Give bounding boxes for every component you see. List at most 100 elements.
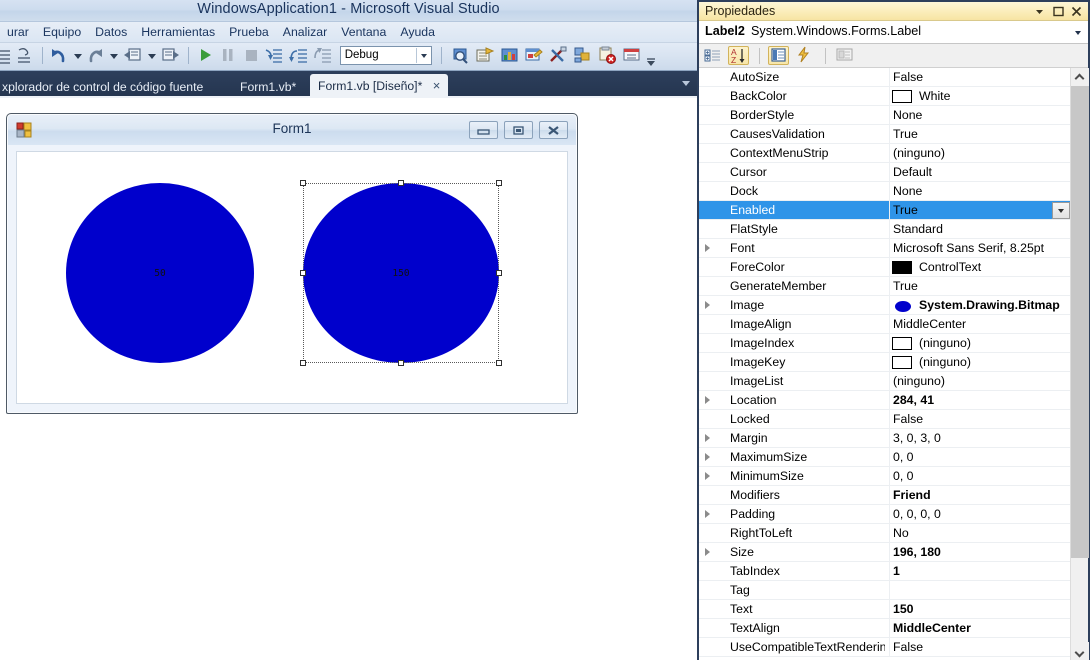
close-icon[interactable]: × — [433, 78, 441, 93]
property-row[interactable]: ImageIndex (ninguno) — [699, 334, 1070, 353]
find-in-files-icon[interactable] — [451, 46, 471, 68]
property-row[interactable]: BackColor White — [699, 87, 1070, 106]
step-into-icon[interactable] — [264, 46, 284, 68]
property-value[interactable]: 3, 0, 3, 0 — [893, 431, 1065, 445]
error-list-icon[interactable] — [597, 46, 617, 68]
property-row[interactable]: ImageAlign MiddleCenter — [699, 315, 1070, 334]
property-value[interactable]: None — [893, 108, 1065, 122]
close-icon[interactable] — [1070, 5, 1083, 18]
menu-item-urar[interactable]: urar — [0, 22, 36, 42]
selection-handle-top-right[interactable] — [496, 180, 502, 186]
start-debug-icon[interactable] — [197, 46, 215, 68]
properties-object-selector[interactable]: Label2 System.Windows.Forms.Label — [699, 21, 1088, 44]
solution-configuration-dropdown[interactable]: Debug — [339, 46, 432, 65]
property-row[interactable]: Margin 3, 0, 3, 0 — [699, 429, 1070, 448]
property-value[interactable]: Friend — [893, 488, 1065, 502]
navigate-dropdown-icon[interactable] — [147, 46, 157, 68]
expand-arrow-icon[interactable] — [705, 453, 710, 461]
selection-handle-top-left[interactable] — [300, 180, 306, 186]
tools-icon[interactable] — [548, 46, 568, 68]
property-row[interactable]: ContextMenuStrip (ninguno) — [699, 144, 1070, 163]
comment-icon[interactable] — [16, 46, 34, 68]
property-row[interactable]: Cursor Default — [699, 163, 1070, 182]
menu-item-prueba[interactable]: Prueba — [222, 22, 276, 42]
properties-icon[interactable] — [768, 46, 790, 65]
property-row[interactable]: AutoSize False — [699, 68, 1070, 87]
property-row[interactable]: TextAlign MiddleCenter — [699, 619, 1070, 638]
property-row[interactable]: Modifiers Friend — [699, 486, 1070, 505]
properties-vertical-scrollbar[interactable] — [1070, 68, 1089, 660]
property-value[interactable]: No — [893, 526, 1065, 540]
selection-handle-top-center[interactable] — [398, 180, 404, 186]
property-row[interactable]: Tag — [699, 581, 1070, 600]
toolbox-icon[interactable] — [524, 46, 544, 68]
property-value[interactable]: True — [893, 127, 1065, 141]
chevron-down-icon[interactable] — [1075, 31, 1081, 35]
property-value[interactable]: Default — [893, 165, 1065, 179]
property-row[interactable]: ImageList (ninguno) — [699, 372, 1070, 391]
property-value[interactable]: False — [893, 70, 1065, 84]
navigate-backward-icon[interactable] — [123, 46, 142, 68]
undo-dropdown-icon[interactable] — [73, 46, 83, 68]
property-value[interactable]: Microsoft Sans Serif, 8.25pt — [893, 241, 1065, 255]
maximize-button[interactable] — [504, 121, 533, 139]
menu-item-ayuda[interactable]: Ayuda — [393, 22, 442, 42]
output-window-icon[interactable] — [622, 46, 642, 68]
property-row[interactable]: Text 150 — [699, 600, 1070, 619]
categorized-icon[interactable] — [702, 46, 723, 65]
menu-item-analizar[interactable]: Analizar — [276, 22, 334, 42]
list-icon[interactable] — [0, 46, 12, 68]
selection-handle-bottom-left[interactable] — [300, 360, 306, 366]
navigate-forward-icon[interactable] — [161, 46, 180, 68]
property-row[interactable]: Size 196, 180 — [699, 543, 1070, 562]
property-row[interactable]: UseCompatibleTextRendering False — [699, 638, 1070, 657]
properties-grid[interactable]: AutoSize False BackColor White BorderStyle No… — [699, 68, 1088, 660]
minimize-button[interactable] — [469, 121, 498, 139]
form-designer-surface[interactable]: Form1 50 150 — [0, 98, 697, 660]
chevron-down-icon[interactable] — [682, 81, 690, 86]
menu-item-herramientas[interactable]: Herramientas — [134, 22, 222, 42]
property-value[interactable]: (ninguno) — [893, 374, 1065, 388]
label1-control[interactable]: 50 — [66, 183, 254, 363]
step-over-icon[interactable] — [288, 46, 309, 68]
property-value[interactable]: (ninguno) — [919, 336, 1088, 350]
property-value[interactable]: 284, 41 — [893, 393, 1065, 407]
tab-form1-vb[interactable]: Form1.vb* — [232, 75, 304, 98]
properties-window-icon[interactable] — [475, 46, 495, 68]
step-out-icon[interactable] — [313, 46, 333, 68]
property-row[interactable]: MinimumSize 0, 0 — [699, 467, 1070, 486]
property-row[interactable]: GenerateMember True — [699, 277, 1070, 296]
property-value[interactable]: MiddleCenter — [893, 621, 1065, 635]
property-row[interactable]: Font Microsoft Sans Serif, 8.25pt — [699, 239, 1070, 258]
expand-arrow-icon[interactable] — [705, 434, 710, 442]
tab-form1-vb-design[interactable]: Form1.vb [Diseño]* × — [310, 74, 449, 98]
expand-arrow-icon[interactable] — [705, 244, 710, 252]
scroll-down-button[interactable] — [1071, 642, 1089, 660]
property-row[interactable]: MaximumSize 0, 0 — [699, 448, 1070, 467]
property-row[interactable]: RightToLeft No — [699, 524, 1070, 543]
property-value[interactable]: (ninguno) — [893, 146, 1065, 160]
redo-icon[interactable] — [87, 46, 104, 68]
property-value[interactable]: False — [893, 640, 1065, 654]
redo-dropdown-icon[interactable] — [109, 46, 119, 68]
property-value[interactable]: True — [893, 203, 1065, 217]
stop-icon[interactable] — [242, 46, 260, 68]
solution-explorer-icon[interactable] — [573, 46, 593, 68]
selection-handle-bottom-center[interactable] — [398, 360, 404, 366]
property-row[interactable]: CausesValidation True — [699, 125, 1070, 144]
property-value[interactable]: Standard — [893, 222, 1065, 236]
property-value[interactable]: ControlText — [919, 260, 1088, 274]
property-pages-icon[interactable] — [835, 46, 856, 65]
selection-handle-bottom-right[interactable] — [496, 360, 502, 366]
object-browser-icon[interactable] — [500, 46, 520, 68]
expand-arrow-icon[interactable] — [705, 301, 710, 309]
property-value[interactable]: 1 — [893, 564, 1065, 578]
undo-icon[interactable] — [51, 46, 68, 68]
property-value[interactable]: System.Drawing.Bitmap — [919, 298, 1088, 312]
property-row[interactable]: BorderStyle None — [699, 106, 1070, 125]
menu-item-datos[interactable]: Datos — [88, 22, 134, 42]
tab-source-control-explorer[interactable]: xplorador de control de código fuente — [0, 75, 211, 98]
property-row[interactable]: Dock None — [699, 182, 1070, 201]
property-value[interactable]: 150 — [893, 602, 1065, 616]
menu-item-equipo[interactable]: Equipo — [36, 22, 88, 42]
